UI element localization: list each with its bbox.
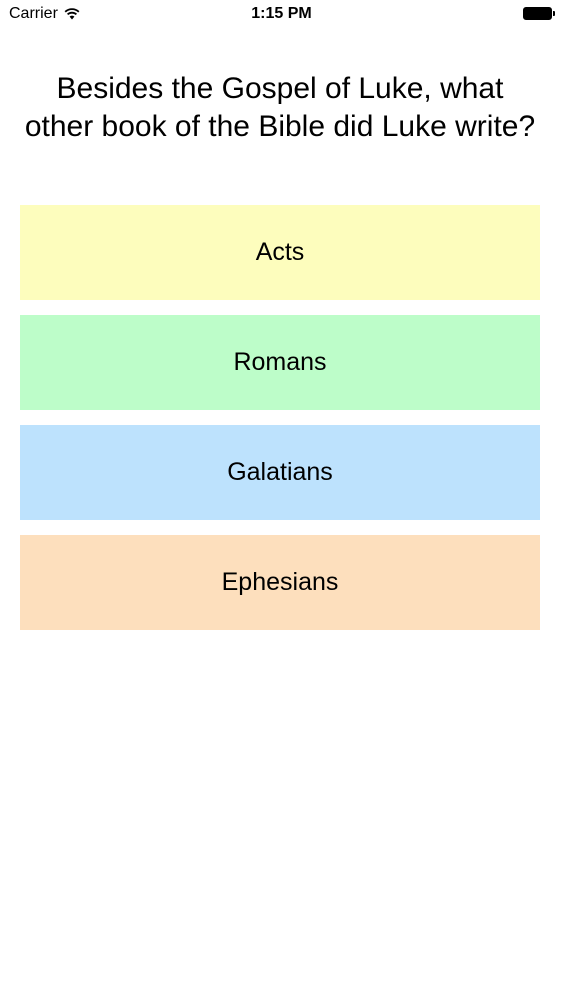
answer-button-acts[interactable]: Acts xyxy=(20,205,540,300)
answer-list: Acts Romans Galatians Ephesians xyxy=(20,205,540,645)
answer-label: Romans xyxy=(233,348,327,376)
answer-button-ephesians[interactable]: Ephesians xyxy=(20,535,540,630)
status-time: 1:15 PM xyxy=(251,5,312,22)
answer-button-romans[interactable]: Romans xyxy=(20,315,540,410)
answer-label: Galatians xyxy=(227,458,333,486)
answer-label: Acts xyxy=(255,238,305,266)
answer-label: Ephesians xyxy=(221,568,339,596)
battery-icon xyxy=(523,7,555,20)
answer-button-galatians[interactable]: Galatians xyxy=(20,425,540,520)
question-text: Besides the Gospel of Luke, what other b… xyxy=(24,72,536,143)
status-bar: Carrier 1:15 PM xyxy=(0,0,563,30)
